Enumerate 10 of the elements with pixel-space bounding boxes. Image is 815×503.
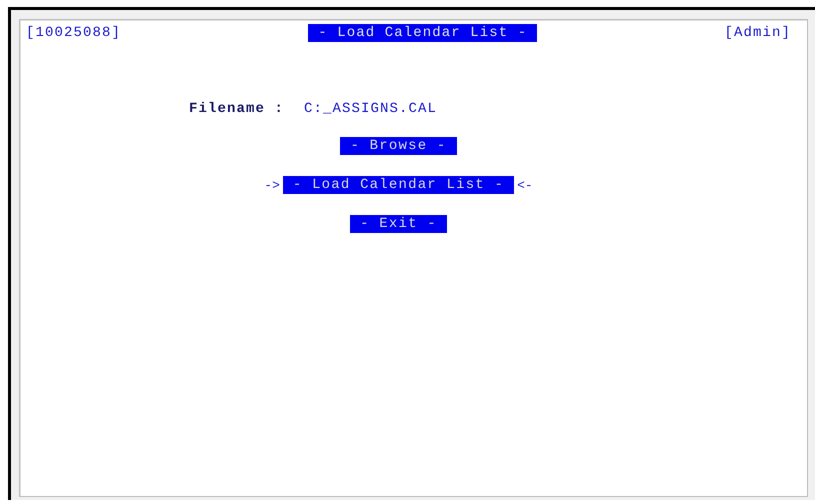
record-id: [10025088] bbox=[26, 25, 122, 41]
action-button[interactable]: - Browse - bbox=[340, 137, 456, 155]
screen-title: - Load Calendar List - bbox=[308, 24, 538, 42]
user-label: [Admin] bbox=[724, 25, 791, 41]
action-button[interactable]: - Load Calendar List - bbox=[282, 176, 514, 194]
filename-value: C:_ASSIGNS.CAL bbox=[304, 101, 438, 117]
filename-label: Filename : bbox=[189, 101, 284, 117]
action-button[interactable]: - Exit - bbox=[350, 215, 447, 233]
focus-marker: <- bbox=[517, 178, 534, 192]
focus-marker: -> bbox=[263, 178, 280, 192]
